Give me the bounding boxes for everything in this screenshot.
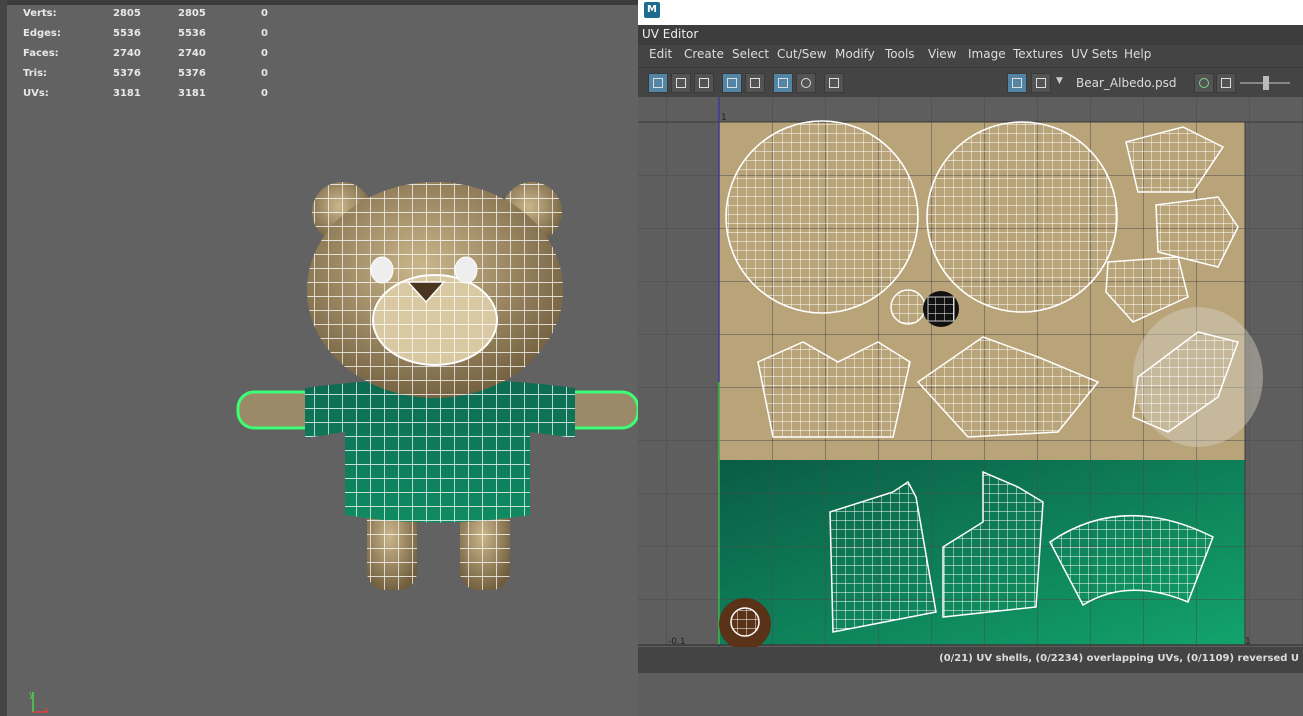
axis-x-label: x <box>44 706 50 716</box>
hud-value: 0 <box>261 88 268 99</box>
hud-value: 5376 <box>113 68 141 79</box>
display-image-button[interactable] <box>1007 73 1027 93</box>
image-icon <box>1012 78 1022 88</box>
uv-editor-toolbar: ▼ Bear_Albedo.psd <box>638 67 1303 98</box>
shell-select-button[interactable] <box>648 73 668 93</box>
hud-value: 2805 <box>113 8 141 19</box>
menu-modify[interactable]: Modify <box>835 47 875 61</box>
axis-gizmo: y x <box>29 690 50 716</box>
menu-image[interactable]: Image <box>968 47 1006 61</box>
frame-selection-icon <box>750 78 760 88</box>
hud-label: Faces: <box>23 48 59 59</box>
frame-selection-button[interactable] <box>745 73 765 93</box>
menu-create[interactable]: Create <box>684 47 724 61</box>
uv-axis-right-one-label: 1 <box>1245 637 1251 647</box>
3d-viewport[interactable]: Verts: 2805 2805 0 Edges: 5536 5536 0 Fa… <box>0 0 638 716</box>
rotate-button[interactable] <box>694 73 714 93</box>
rotate-icon <box>699 78 709 88</box>
menu-uv-sets[interactable]: UV Sets <box>1071 47 1118 61</box>
hud-row-uvs: UVs: 3181 3181 0 <box>23 88 323 108</box>
uv-axis-neg-label: -0.1 <box>668 637 686 647</box>
exposure-button[interactable] <box>1216 73 1236 93</box>
tab-uv-editor[interactable]: UV Editor <box>642 27 698 41</box>
hud-value: 5536 <box>113 28 141 39</box>
hud-value: 2740 <box>113 48 141 59</box>
uv-canvas[interactable]: -0.1 1 1 <box>638 97 1303 673</box>
hud-label: Tris: <box>23 68 48 79</box>
hud-row-faces: Faces: 2740 2740 0 <box>23 48 323 68</box>
flip-button[interactable] <box>671 73 691 93</box>
frame-all-button[interactable] <box>722 73 742 93</box>
hud-value: 0 <box>261 48 268 59</box>
uv-editor-menubar: Edit Create Select Cut/Sew Modify Tools … <box>638 45 1303 67</box>
hud-row-edges: Edges: 5536 5536 0 <box>23 28 323 48</box>
hud-value: 5376 <box>178 68 206 79</box>
hud-row-verts: Verts: 2805 2805 0 <box>23 8 323 28</box>
uv-editor-tabbar: UV Editor <box>638 25 1303 45</box>
bear-wireframe-model[interactable] <box>230 170 638 600</box>
hud-value: 3181 <box>113 88 141 99</box>
bear-torso <box>305 379 575 523</box>
uv-statusbar: (0/21) UV shells, (0/2234) overlapping U… <box>638 647 1303 673</box>
exposure-slider-thumb[interactable] <box>1263 76 1269 90</box>
uv-window-bottom-area <box>638 673 1303 716</box>
menu-textures[interactable]: Textures <box>1013 47 1063 61</box>
hud-value: 3181 <box>178 88 206 99</box>
axis-y-label: y <box>29 690 35 700</box>
menu-view[interactable]: View <box>928 47 956 61</box>
shaded-toggle-button[interactable] <box>796 73 816 93</box>
dim-icon <box>1199 78 1209 88</box>
menu-cut-sew[interactable]: Cut/Sew <box>777 47 827 61</box>
viewport-toolbar-strip <box>7 0 638 5</box>
shaded-icon <box>801 78 811 88</box>
checker-button[interactable] <box>1031 73 1051 93</box>
viewport-left-border <box>0 0 7 716</box>
hud-row-tris: Tris: 5376 5376 0 <box>23 68 323 88</box>
uv-editor-window[interactable]: M UV Editor Edit Create Select Cut/Sew M… <box>638 0 1303 716</box>
hud-value: 0 <box>261 68 268 79</box>
menu-edit[interactable]: Edit <box>649 47 672 61</box>
menu-tools[interactable]: Tools <box>885 47 915 61</box>
poly-count-hud: Verts: 2805 2805 0 Edges: 5536 5536 0 Fa… <box>23 8 323 108</box>
frame-icon <box>727 78 737 88</box>
chevron-down-icon: ▼ <box>1056 76 1063 86</box>
hud-value: 0 <box>261 8 268 19</box>
exposure-icon <box>1221 78 1231 88</box>
menu-help[interactable]: Help <box>1124 47 1151 61</box>
texture-name-field[interactable]: Bear_Albedo.psd <box>1076 76 1177 90</box>
hud-value: 2740 <box>178 48 206 59</box>
hud-label: Verts: <box>23 8 57 19</box>
menu-select[interactable]: Select <box>732 47 769 61</box>
shell-icon <box>653 78 663 88</box>
camera-icon <box>829 78 839 88</box>
grid-toggle-button[interactable] <box>773 73 793 93</box>
window-titlebar[interactable]: M <box>638 0 1303 25</box>
maya-app-icon: M <box>644 2 660 18</box>
texture-dropdown-arrow[interactable]: ▼ <box>1054 73 1066 93</box>
hud-value: 5536 <box>178 28 206 39</box>
uv-status-text: (0/21) UV shells, (0/2234) overlapping U… <box>939 653 1299 664</box>
snapshot-button[interactable] <box>824 73 844 93</box>
hud-label: Edges: <box>23 28 61 39</box>
hud-value: 2805 <box>178 8 206 19</box>
bear-head <box>307 182 563 398</box>
dim-image-button[interactable] <box>1194 73 1214 93</box>
uv-layout[interactable]: -0.1 1 1 <box>638 97 1303 673</box>
checker-icon <box>1036 78 1046 88</box>
hud-label: UVs: <box>23 88 49 99</box>
hud-value: 0 <box>261 28 268 39</box>
uv-axis-top-one-label: 1 <box>721 113 727 123</box>
flip-icon <box>676 78 686 88</box>
grid-icon <box>778 78 788 88</box>
